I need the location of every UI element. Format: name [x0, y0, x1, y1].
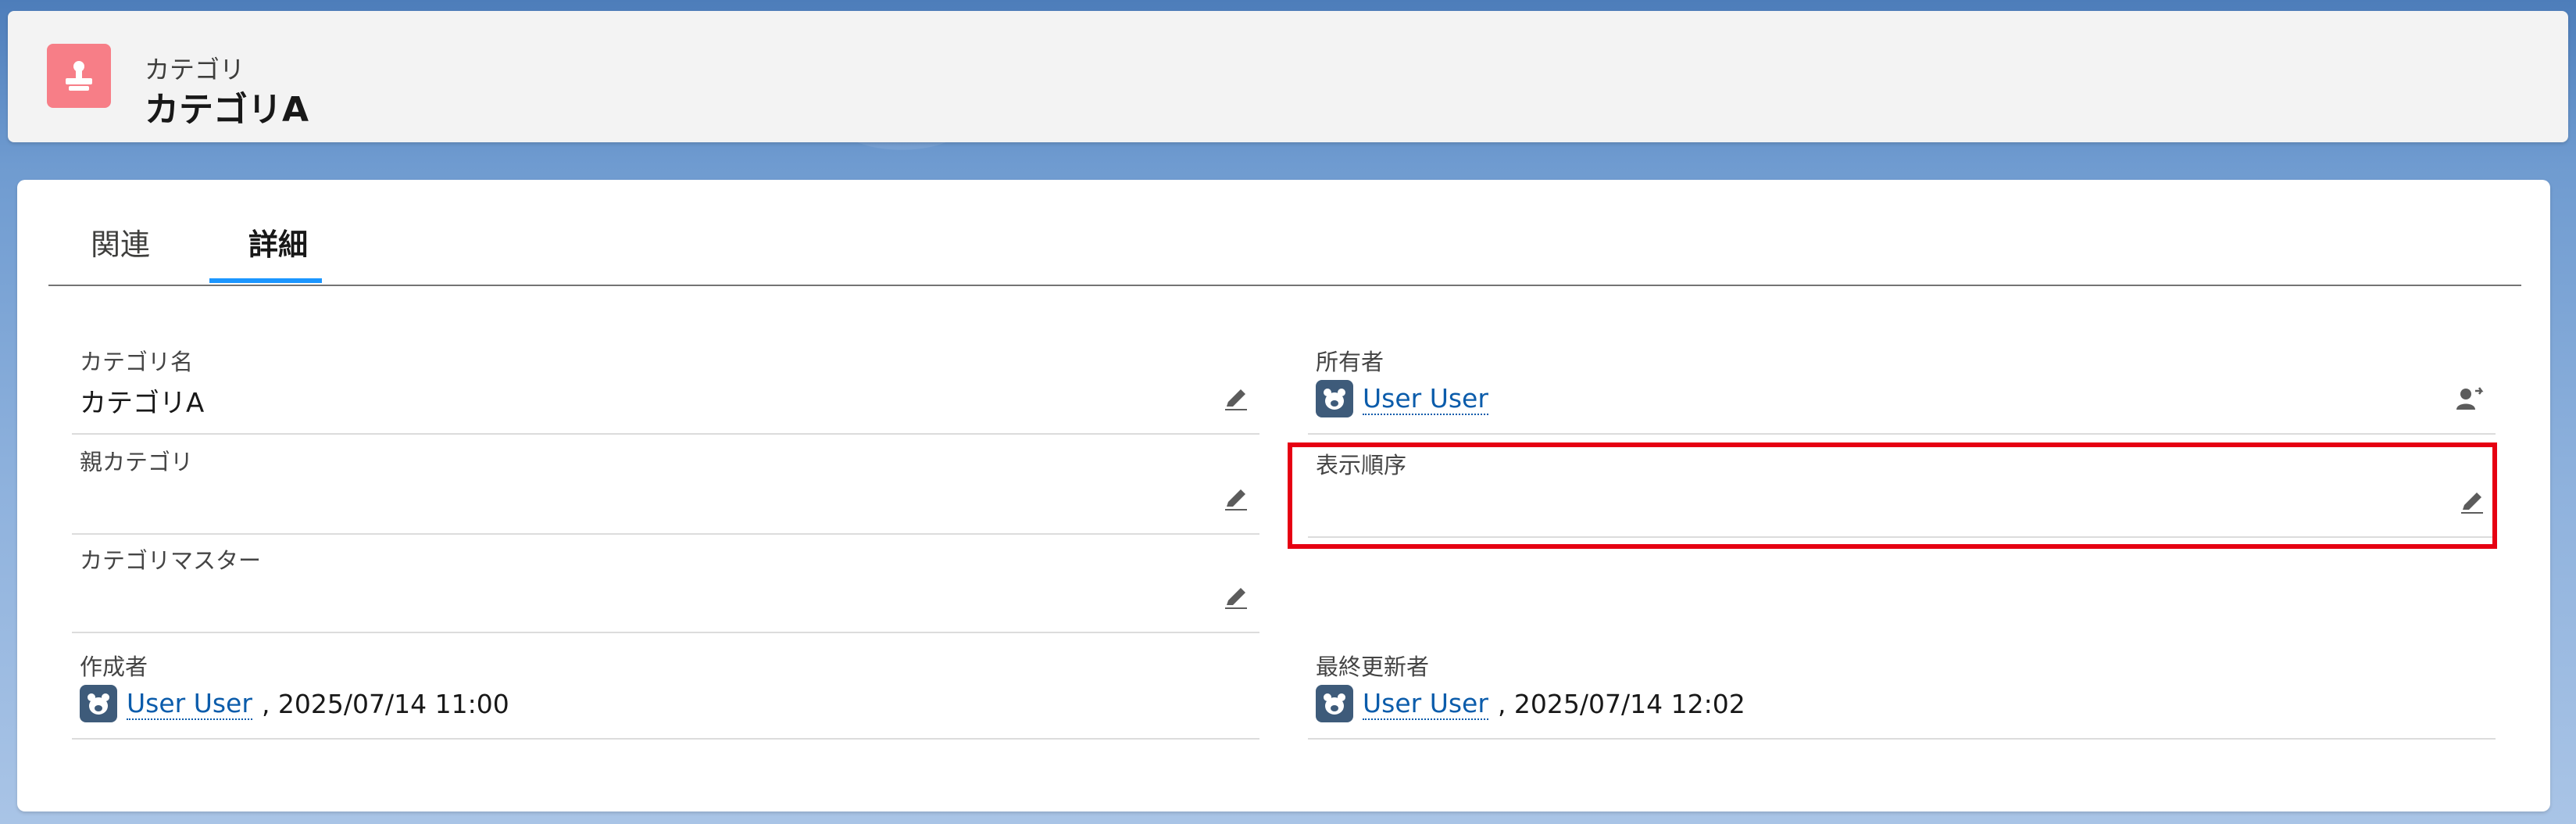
active-tab-indicator — [209, 278, 322, 283]
pencil-icon[interactable] — [1220, 483, 1252, 514]
field-label: カテゴリマスター — [80, 547, 262, 574]
field-label: 親カテゴリ — [80, 449, 194, 475]
user-link[interactable]: User User — [127, 688, 252, 720]
category-icon — [47, 44, 111, 108]
field-category-name: カテゴリ名 カテゴリA — [72, 336, 1259, 435]
user-link[interactable]: User User — [1363, 688, 1488, 720]
tab-details[interactable]: 詳細 — [248, 220, 308, 283]
modified-datetime: , 2025/07/14 12:02 — [1497, 688, 1745, 719]
record-header: カテゴリ カテゴリA — [8, 11, 2568, 142]
field-label: 作成者 — [80, 654, 148, 680]
highlight-box — [1288, 442, 2497, 549]
field-label: カテゴリ名 — [80, 349, 194, 375]
user-row: User User , 2025/07/14 12:02 — [1316, 685, 1745, 722]
pencil-icon[interactable] — [1220, 383, 1252, 414]
record-name: カテゴリA — [145, 90, 309, 130]
user-row: User User — [1316, 380, 1488, 417]
field-parent-category: 親カテゴリ — [72, 436, 1259, 535]
user-row: User User , 2025/07/14 11:00 — [80, 685, 509, 722]
pencil-icon[interactable] — [1220, 582, 1252, 613]
field-created-by: 作成者 User User , 2025/07/14 11:00 — [72, 641, 1259, 740]
user-link[interactable]: User User — [1363, 383, 1488, 415]
field-label: 最終更新者 — [1316, 654, 1430, 680]
avatar — [1316, 380, 1353, 417]
field-label: 所有者 — [1316, 349, 1384, 375]
created-datetime: , 2025/07/14 11:00 — [261, 688, 509, 719]
tab-bar: 関連 詳細 — [48, 180, 2521, 286]
change-owner-icon[interactable] — [2453, 383, 2485, 414]
field-value: カテゴリA — [80, 388, 205, 419]
tab-related[interactable]: 関連 — [91, 220, 150, 283]
field-owner: 所有者 User User — [1308, 336, 2496, 435]
field-category-master: カテゴリマスター — [72, 535, 1259, 633]
avatar — [80, 685, 117, 722]
avatar — [1316, 685, 1353, 722]
field-last-modified-by: 最終更新者 User User , 2025/07/14 12:02 — [1308, 641, 2496, 740]
